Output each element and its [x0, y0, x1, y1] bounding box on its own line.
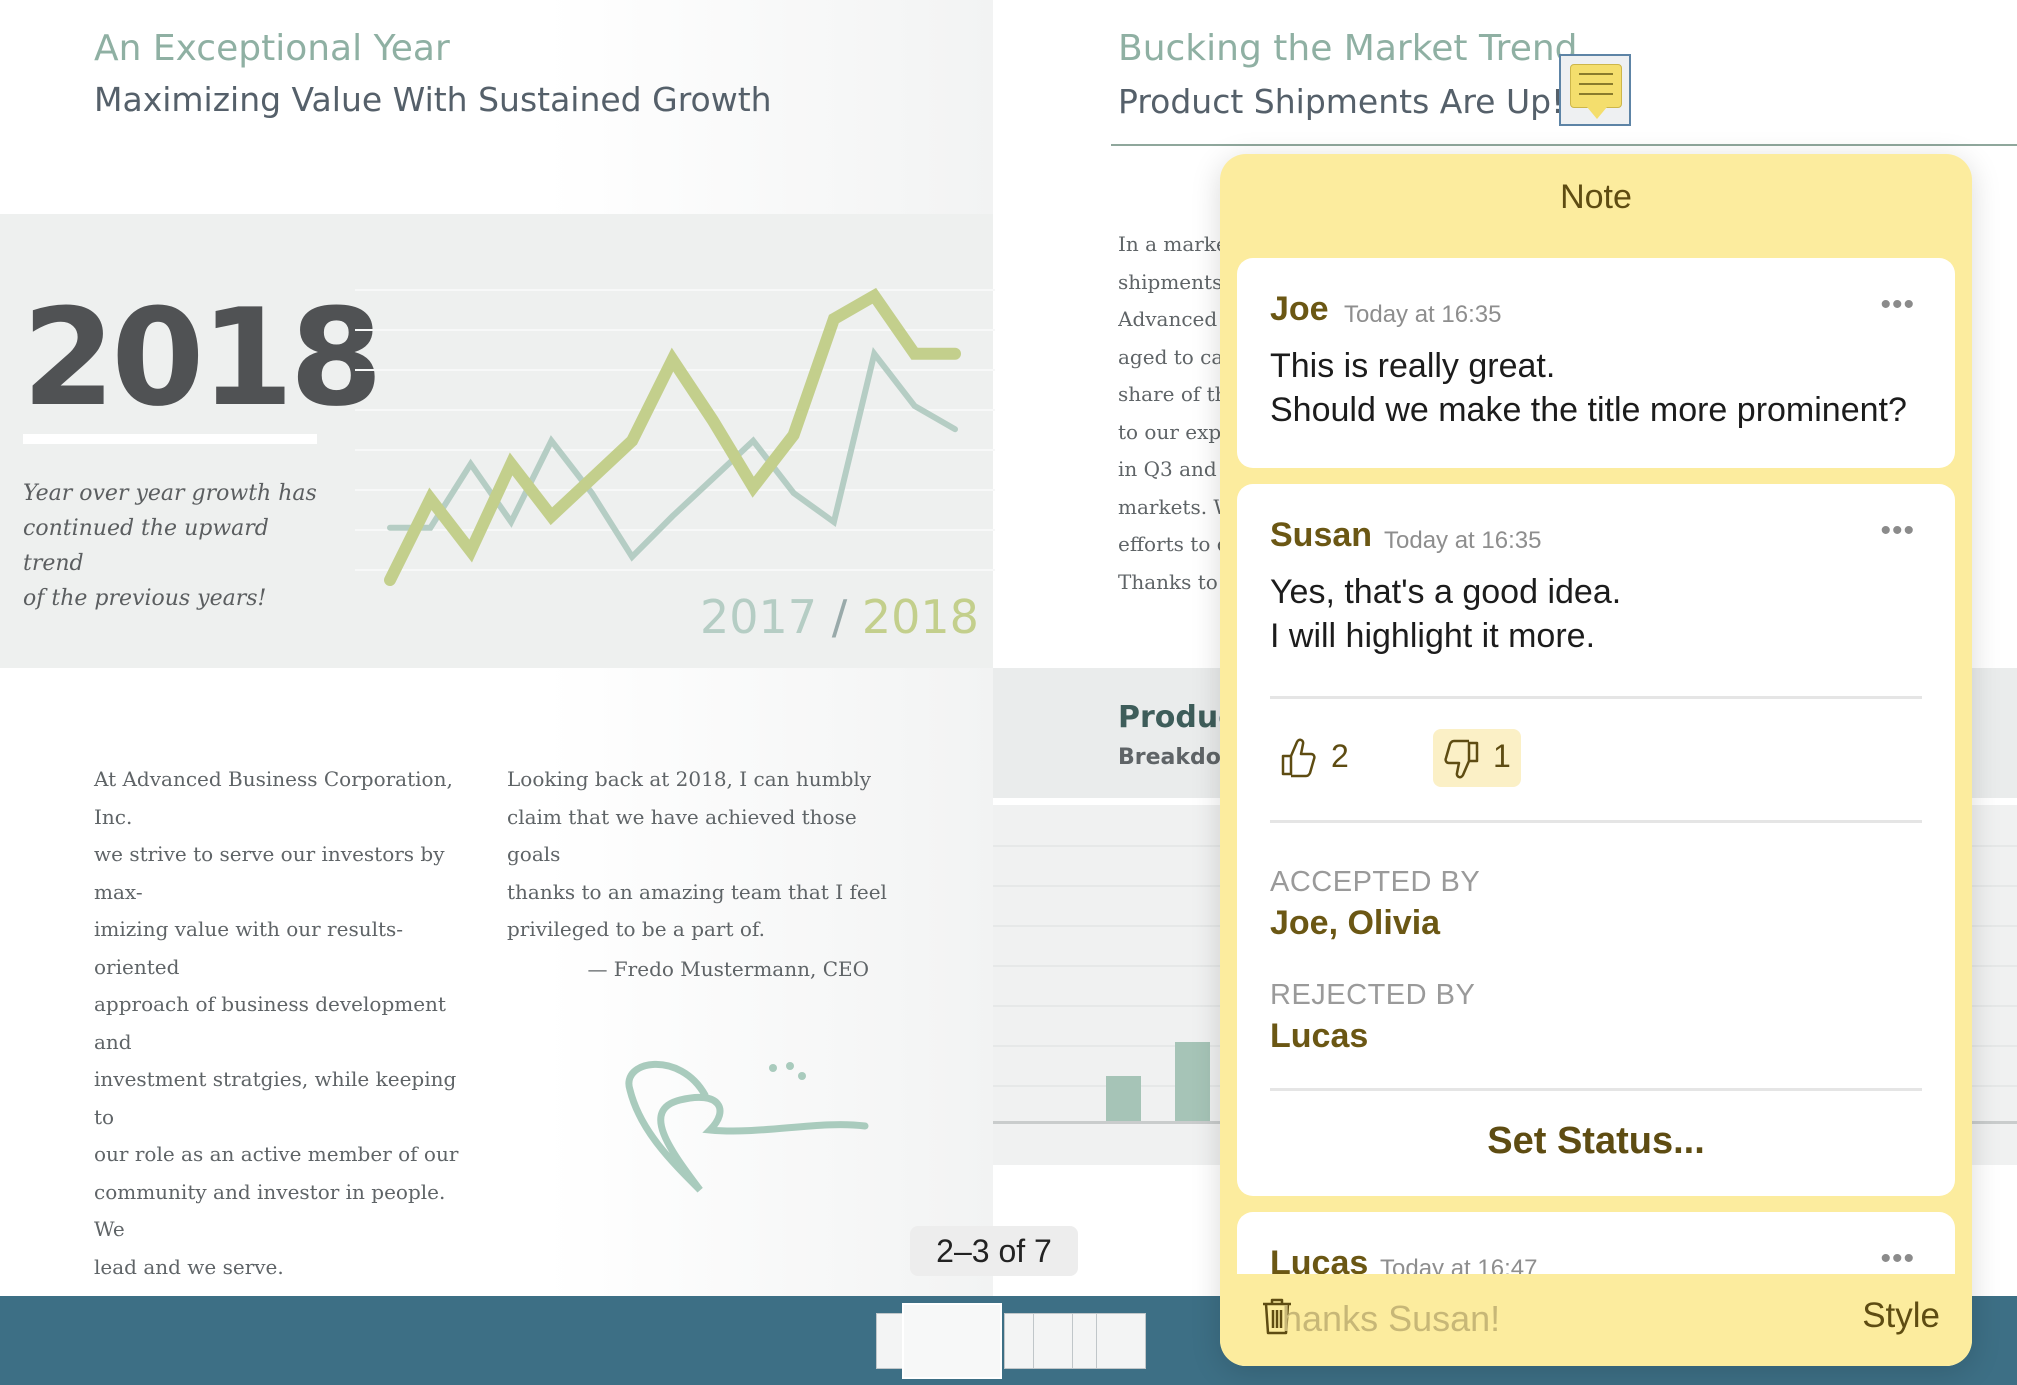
big-year: 2018 — [22, 280, 383, 436]
reply-preview-text[interactable]: hanks Susan! — [1282, 1298, 1500, 1340]
comment-author: Susan — [1270, 516, 1373, 554]
body-column-2: Looking back at 2018, I can humbly claim… — [507, 761, 897, 949]
growth-note-line: continued the upward trend — [23, 516, 269, 576]
set-status-button[interactable]: Set Status... — [1237, 1120, 1955, 1163]
growth-note: Year over year growth has continued the … — [23, 476, 323, 616]
more-options-icon[interactable]: ••• — [1880, 288, 1915, 322]
series-line-2018 — [384, 287, 961, 586]
section-divider — [1270, 696, 1922, 699]
right-page-kicker: Bucking the Market Trend — [1118, 28, 1578, 69]
accepted-by-label: ACCEPTED BY — [1270, 866, 1481, 898]
body-line: imizing value with our results-oriented — [94, 917, 404, 979]
product-section-title: Product — [1118, 700, 1222, 735]
growth-note-line: Year over year growth has — [23, 481, 317, 506]
body-line: privileged to be a part of. — [507, 917, 765, 941]
thumbs-up-icon[interactable] — [1277, 736, 1317, 778]
comment-card-joe[interactable]: Joe Today at 16:35 ••• This is really gr… — [1237, 258, 1955, 468]
product-section-subtitle: Breakdow — [1118, 745, 1222, 770]
comment-line: Should we make the title more prominent? — [1270, 391, 1907, 429]
style-button[interactable]: Style — [1862, 1296, 1940, 1336]
rejected-by-label: REJECTED BY — [1270, 979, 1476, 1011]
body-line: Looking back at 2018, I can humbly — [507, 767, 872, 791]
body-line: our role as an active member of our — [94, 1142, 459, 1166]
body-line: community and investor in people. We — [94, 1179, 446, 1242]
thumbnail-page-7[interactable] — [1096, 1313, 1146, 1369]
thumbs-down-icon — [1444, 739, 1479, 779]
comment-author: Joe — [1270, 290, 1329, 328]
body-line: approach of business development and — [94, 992, 446, 1054]
legend-2018: 2018 — [861, 590, 979, 644]
comment-line: I will highlight it more. — [1270, 617, 1596, 655]
section-divider — [1270, 820, 1922, 823]
comment-line: Yes, that's a good idea. — [1270, 573, 1622, 611]
ceo-signature — [625, 1060, 869, 1193]
note-title: Note — [1560, 178, 1632, 216]
right-page-subtitle: Product Shipments Are Up! — [1118, 82, 1565, 121]
legend-separator: / — [831, 590, 848, 644]
rejected-by-names: Lucas — [1270, 1017, 1369, 1055]
body-line: lead and we serve. — [94, 1254, 284, 1279]
comment-card-susan[interactable]: Susan Today at 16:35 ••• Yes, that's a g… — [1237, 484, 1955, 1196]
legend-2017: 2017 — [700, 590, 818, 644]
note-marker-icon[interactable] — [1559, 54, 1631, 126]
growth-line-chart — [355, 287, 995, 586]
divider-bar — [23, 434, 317, 444]
body-column-1: At Advanced Business Corporation, Inc. w… — [94, 761, 474, 1286]
series-line-2017 — [387, 347, 958, 562]
accepted-by-names: Joe, Olivia — [1270, 904, 1441, 942]
more-options-icon[interactable]: ••• — [1880, 514, 1915, 548]
body-line: we strive to serve our investors by max- — [94, 842, 445, 904]
body-line: investment stratgies, while keeping to — [94, 1067, 457, 1129]
ceo-attribution: — Fredo Mustermann, CEO — [587, 957, 869, 981]
more-options-icon[interactable]: ••• — [1880, 1242, 1915, 1276]
body-line: claim that we have achieved those goals — [507, 804, 857, 867]
chart-legend: 2017 / 2018 — [700, 590, 979, 644]
thumbnail-pages-2-3[interactable] — [902, 1303, 1002, 1379]
page-kicker: An Exceptional Year — [94, 28, 450, 69]
section-divider — [1270, 1088, 1922, 1091]
growth-note-line: of the previous years! — [23, 586, 267, 611]
body-line: thanks to an amazing team that I feel — [507, 879, 887, 904]
dislikes-count: 1 — [1493, 738, 1511, 774]
body-line: At Advanced Business Corporation, Inc. — [94, 767, 453, 829]
comment-time: Today at 16:35 — [1344, 301, 1502, 328]
header-rule — [1111, 144, 2017, 146]
comment-line: This is really great. — [1270, 347, 1556, 385]
likes-count: 2 — [1331, 738, 1349, 774]
product-bar — [1175, 1042, 1210, 1121]
comment-text: This is really great. Should we make the… — [1270, 344, 1907, 432]
comment-time: Today at 16:35 — [1384, 527, 1542, 554]
note-footer: hanks Susan! Style — [1220, 1274, 1972, 1366]
product-bar — [1106, 1076, 1141, 1121]
page-subtitle: Maximizing Value With Sustained Growth — [94, 80, 772, 119]
comment-text: Yes, that's a good idea. I will highligh… — [1270, 570, 1621, 658]
note-popover: Note Joe Today at 16:35 ••• This is real… — [1220, 154, 1972, 1366]
page-indicator: 2–3 of 7 — [910, 1226, 1078, 1276]
